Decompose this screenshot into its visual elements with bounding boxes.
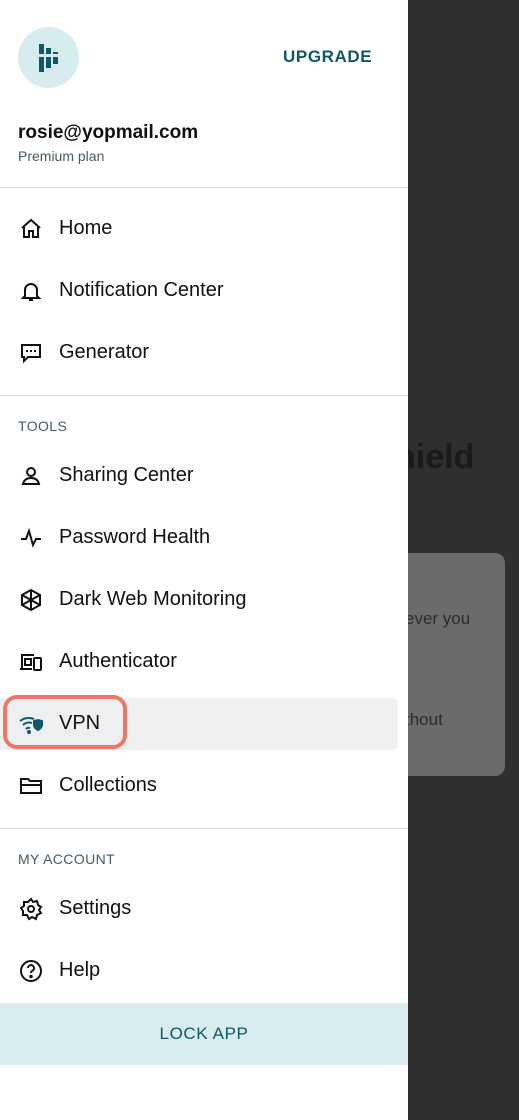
section-title-my-account: MY ACCOUNT (18, 851, 116, 867)
app-logo (18, 27, 79, 88)
gear-icon (19, 897, 43, 921)
account-plan: Premium plan (18, 148, 105, 164)
dark-web-icon (21, 588, 41, 612)
lock-app-button[interactable]: LOCK APP (0, 1003, 408, 1065)
authenticator-icon (20, 654, 42, 671)
nav-item-collections[interactable]: Collections (0, 760, 408, 812)
generator-icon (21, 344, 41, 364)
upgrade-button[interactable]: UPGRADE (283, 47, 372, 67)
nav-item-notification-center[interactable]: Notification Center (0, 265, 408, 317)
nav-item-authenticator[interactable]: Authenticator (0, 636, 408, 688)
help-icon (20, 960, 42, 982)
nav-item-help[interactable]: Help (0, 945, 408, 997)
folder-icon (20, 778, 42, 794)
divider (0, 828, 408, 829)
nav-item-home[interactable]: Home (0, 203, 408, 255)
bell-icon (20, 283, 42, 301)
divider (0, 187, 408, 188)
nav-item-label: Home (59, 217, 113, 239)
section-title-tools: TOOLS (18, 418, 68, 434)
nav-item-label: Settings (59, 897, 132, 919)
nav-item-label: Authenticator (59, 650, 177, 672)
account-email: rosie@yopmail.com (18, 122, 199, 143)
lock-app-label: LOCK APP (159, 1024, 249, 1043)
background-card-text: thout (405, 710, 443, 729)
nav-item-label: Sharing Center (59, 464, 194, 486)
nav-item-generator[interactable]: Generator (0, 327, 408, 379)
home-icon (21, 218, 41, 238)
divider (0, 395, 408, 396)
navigation-drawer: UPGRADE rosie@yopmail.com Premium plan H… (0, 0, 408, 1120)
nav-item-label: Dark Web Monitoring (59, 588, 247, 610)
nav-item-label: Collections (59, 774, 157, 796)
sharing-icon (21, 467, 41, 485)
nav-item-label: Password Health (59, 526, 211, 548)
dashlane-logo-icon (37, 44, 59, 72)
nav-item-password-health[interactable]: Password Health (0, 512, 408, 564)
pulse-icon (21, 527, 41, 548)
nav-item-sharing-center[interactable]: Sharing Center (0, 450, 408, 502)
vpn-highlight-ring (3, 695, 127, 749)
nav-item-label: Help (59, 959, 101, 981)
nav-item-dark-web-monitoring[interactable]: Dark Web Monitoring (0, 574, 408, 626)
nav-item-label: Notification Center (59, 279, 224, 301)
background-card-text: ever you (405, 609, 471, 628)
nav-item-settings[interactable]: Settings (0, 883, 408, 935)
nav-item-label: Generator (59, 341, 150, 363)
